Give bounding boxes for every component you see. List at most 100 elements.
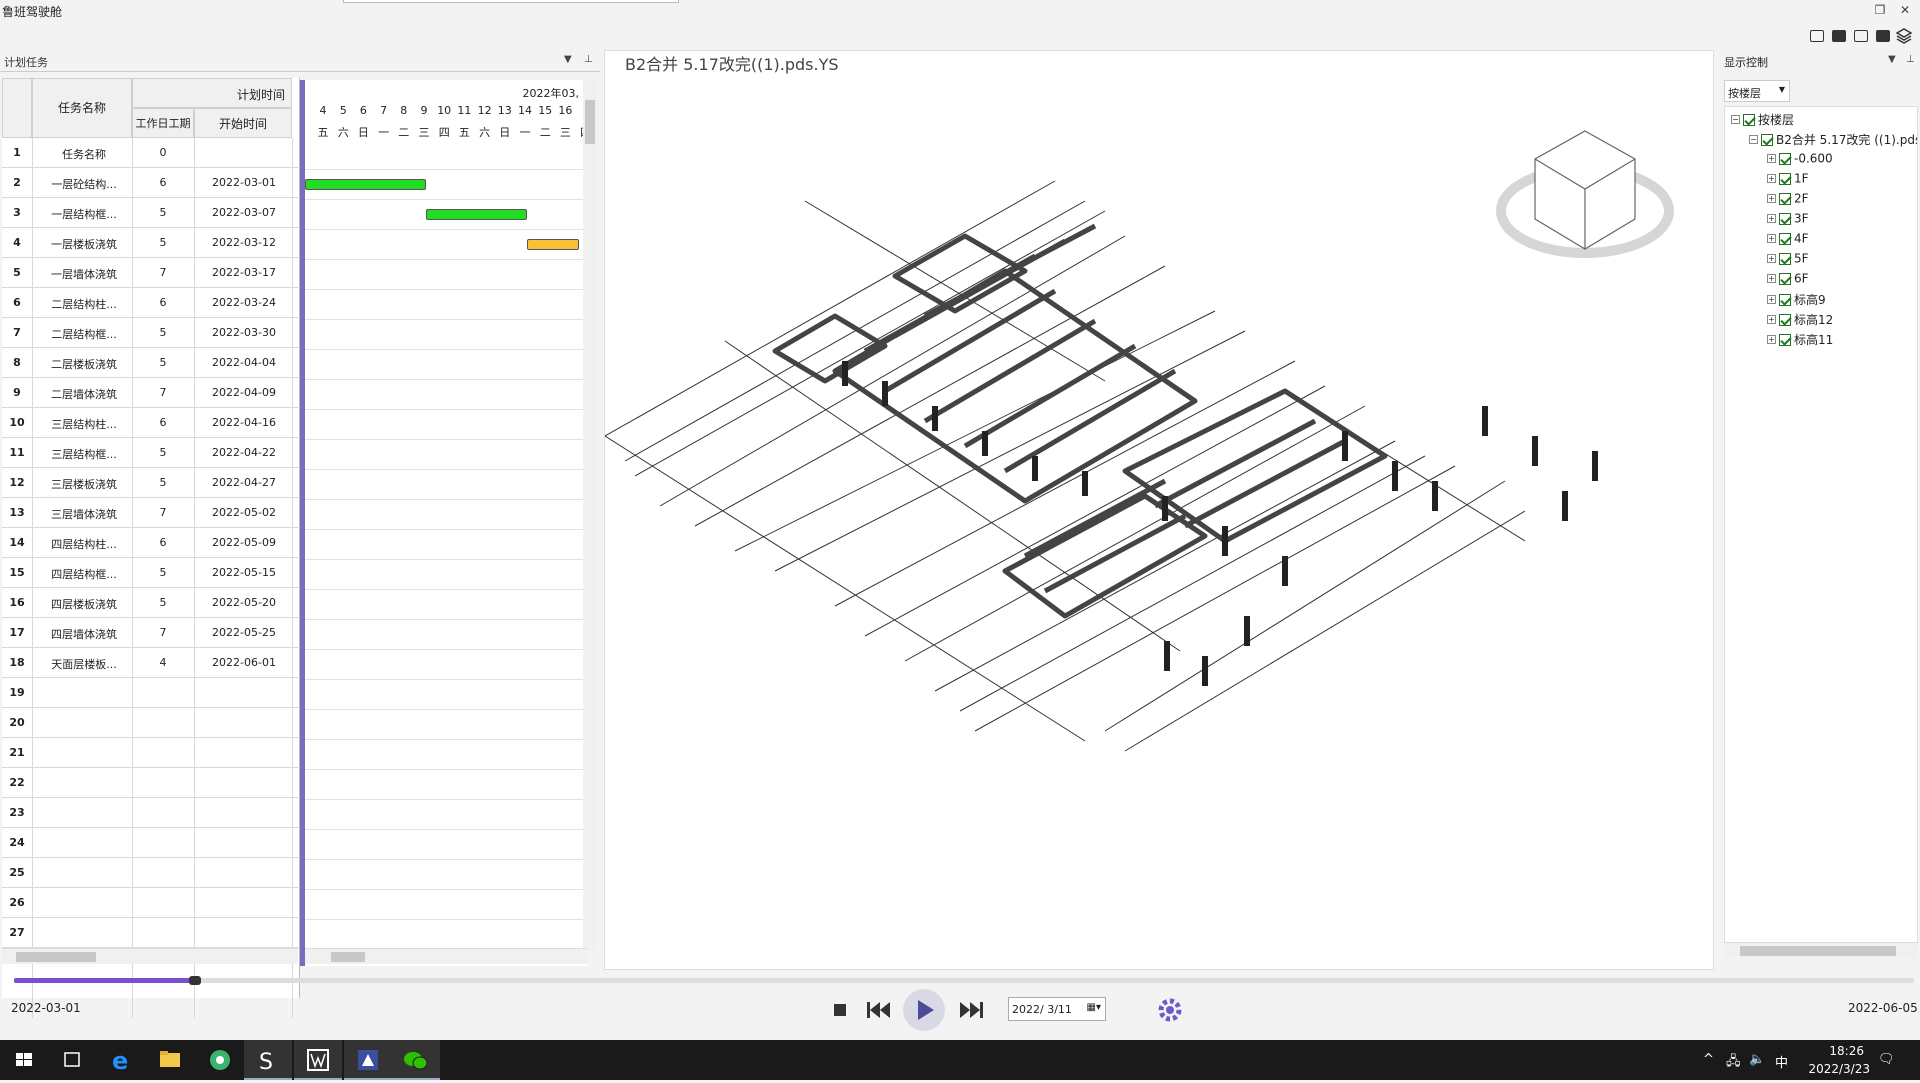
full-layout-icon[interactable] [1874, 28, 1892, 44]
skip-forward-icon[interactable] [952, 990, 992, 1030]
start-date-cell[interactable]: 2022-05-20 [195, 596, 293, 609]
grid-vertical-scrollbar[interactable] [583, 80, 597, 950]
layers-icon[interactable] [1895, 28, 1914, 44]
task-name-cell[interactable]: 三层结构柱... [36, 416, 132, 432]
stop-icon[interactable] [820, 990, 860, 1030]
expand-icon[interactable]: + [1767, 315, 1776, 324]
skip-back-icon[interactable] [858, 990, 898, 1030]
task-name-cell[interactable]: 二层墙体浇筑 [36, 386, 132, 402]
task-name-cell[interactable]: 四层结构框... [36, 566, 132, 582]
network-icon[interactable]: 🖧 [1726, 1052, 1741, 1074]
duration-cell[interactable]: 5 [135, 206, 191, 219]
tray-expand-icon[interactable]: ^ [1703, 1052, 1714, 1067]
table-row[interactable]: 12 三层楼板浇筑 5 2022-04-27 [2, 468, 300, 498]
view-cube-icon[interactable] [1495, 111, 1675, 271]
task-view-icon[interactable] [48, 1040, 96, 1080]
duration-cell[interactable]: 7 [135, 386, 191, 399]
play-icon[interactable] [902, 988, 946, 1032]
table-row[interactable]: 14 四层结构柱... 6 2022-05-09 [2, 528, 300, 558]
calendar-icon[interactable]: ▦▾ [1087, 1002, 1101, 1013]
tree-floor-node[interactable]: + 标高11 [1767, 331, 1833, 349]
task-name-cell[interactable]: 四层结构柱... [36, 536, 132, 552]
window-layout-icon[interactable] [1808, 28, 1826, 44]
browser-app-icon[interactable] [196, 1040, 244, 1080]
checkbox-icon[interactable] [1779, 313, 1791, 326]
tree-floor-node[interactable]: + -0.600 [1767, 151, 1833, 169]
table-row[interactable]: 21 [2, 738, 300, 768]
tree-floor-node[interactable]: +5F [1767, 251, 1809, 269]
table-row[interactable]: 9 二层墙体浇筑 7 2022-04-09 [2, 378, 300, 408]
title-dropdown[interactable] [343, 0, 679, 3]
duration-cell[interactable]: 6 [135, 296, 191, 309]
tree-floor-node[interactable]: +3F [1767, 211, 1809, 229]
column-header-start[interactable]: 开始时间 [194, 108, 292, 138]
table-row[interactable]: 20 [2, 708, 300, 738]
duration-cell[interactable]: 6 [135, 536, 191, 549]
duration-cell[interactable]: 7 [135, 506, 191, 519]
panel-layout-icon[interactable] [1830, 28, 1848, 44]
table-row[interactable]: 15 四层结构框... 5 2022-05-15 [2, 558, 300, 588]
task-name-cell[interactable]: 一层楼板浇筑 [36, 236, 132, 252]
table-row[interactable]: 22 [2, 768, 300, 798]
task-name-cell[interactable]: 一层砼结构... [36, 176, 132, 192]
task-name-cell[interactable]: 四层楼板浇筑 [36, 596, 132, 612]
gantt-horizontal-scrollbar[interactable] [305, 948, 587, 964]
start-date-cell[interactable]: 2022-04-09 [195, 386, 293, 399]
table-row[interactable]: 24 [2, 828, 300, 858]
expand-icon[interactable]: + [1767, 254, 1776, 263]
start-date-cell[interactable]: 2022-03-30 [195, 326, 293, 339]
tree-floor-node[interactable]: + 标高9 [1767, 291, 1826, 309]
start-button-icon[interactable] [0, 1040, 48, 1080]
task-name-cell[interactable]: 二层楼板浇筑 [36, 356, 132, 372]
table-row[interactable]: 13 三层墙体浇筑 7 2022-05-02 [2, 498, 300, 528]
tree-horizontal-scrollbar[interactable] [1724, 942, 1918, 958]
tree-floor-node[interactable]: +2F [1767, 191, 1809, 209]
start-date-cell[interactable]: 2022-04-16 [195, 416, 293, 429]
table-row[interactable]: 3 一层结构框... 5 2022-03-07 [2, 198, 300, 228]
table-row[interactable]: 6 二层结构柱... 6 2022-03-24 [2, 288, 300, 318]
duration-cell[interactable]: 6 [135, 416, 191, 429]
edge-browser-icon[interactable]: e [98, 1040, 146, 1080]
checkbox-icon[interactable] [1779, 172, 1791, 185]
start-date-cell[interactable]: 2022-03-12 [195, 236, 293, 249]
start-date-cell[interactable]: 2022-05-25 [195, 626, 293, 639]
scroll-thumb[interactable] [16, 952, 96, 962]
checkbox-icon[interactable] [1779, 232, 1791, 245]
duration-cell[interactable]: 5 [135, 596, 191, 609]
timeline-progress[interactable] [14, 976, 1914, 985]
clock-date[interactable]: 2022/3/23 [1808, 1062, 1870, 1076]
duration-cell[interactable]: 7 [135, 626, 191, 639]
ime-indicator[interactable]: 中 [1775, 1052, 1788, 1071]
gantt-bar[interactable] [527, 239, 579, 250]
duration-cell[interactable]: 0 [135, 146, 191, 159]
checkbox-icon[interactable] [1761, 133, 1773, 146]
checkbox-icon[interactable] [1779, 272, 1791, 285]
tree-floor-node[interactable]: + 标高12 [1767, 311, 1833, 329]
volume-muted-icon[interactable]: 🔈 [1749, 1052, 1765, 1067]
table-row[interactable]: 1 任务名称 0 [2, 138, 300, 168]
duration-cell[interactable]: 6 [135, 176, 191, 189]
task-name-cell[interactable]: 三层墙体浇筑 [36, 506, 132, 522]
column-header-task-name[interactable]: 任务名称 [32, 78, 132, 138]
duration-cell[interactable]: 5 [135, 356, 191, 369]
task-name-cell[interactable]: 二层结构柱... [36, 296, 132, 312]
progress-handle[interactable] [188, 976, 201, 985]
tree-model-node[interactable]: − B2合并 5.17改完 ((1).pds [1749, 131, 1917, 149]
task-name-cell[interactable]: 三层楼板浇筑 [36, 476, 132, 492]
checkbox-icon[interactable] [1779, 192, 1791, 205]
start-date-cell[interactable]: 2022-05-02 [195, 506, 293, 519]
task-name-cell[interactable]: 四层墙体浇筑 [36, 626, 132, 642]
start-date-cell[interactable]: 2022-06-01 [195, 656, 293, 669]
table-row[interactable]: 2 一层砼结构... 6 2022-03-01 [2, 168, 300, 198]
table-row[interactable]: 5 一层墙体浇筑 7 2022-03-17 [2, 258, 300, 288]
collapse-icon[interactable]: − [1731, 115, 1740, 124]
expand-icon[interactable]: + [1767, 335, 1776, 344]
table-row[interactable]: 11 三层结构框... 5 2022-04-22 [2, 438, 300, 468]
restore-icon[interactable]: ❐ [1871, 2, 1889, 18]
scroll-thumb[interactable] [331, 952, 365, 962]
tree-floor-node[interactable]: +1F [1767, 171, 1809, 189]
current-date-input[interactable]: 2022/ 3/11 ▦▾ [1008, 997, 1106, 1021]
checkbox-icon[interactable] [1779, 152, 1791, 165]
expand-icon[interactable]: + [1767, 234, 1776, 243]
tree-floor-node[interactable]: +4F [1767, 231, 1809, 249]
